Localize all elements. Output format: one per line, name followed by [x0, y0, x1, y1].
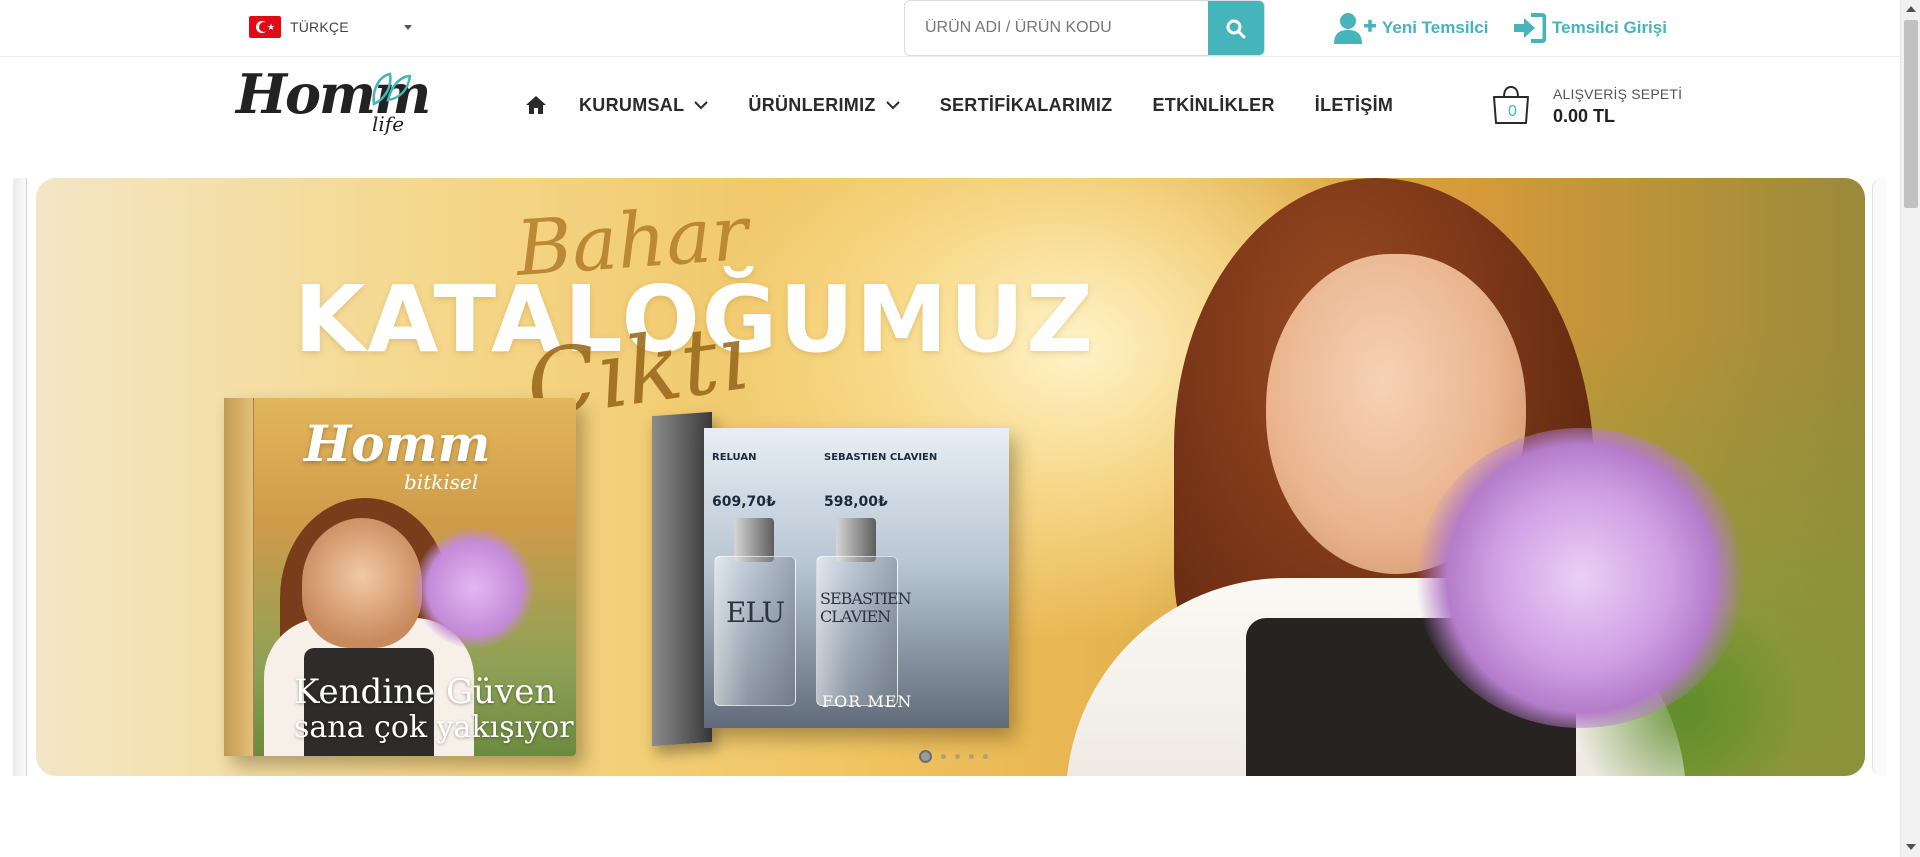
top-bar: ★ TÜRKÇE Yeni Temsilci Temsilci Girişi: [0, 0, 1900, 57]
slider-pagination: [919, 750, 997, 763]
nav-item-kurumsal[interactable]: KURUMSAL: [579, 94, 709, 116]
slide-dot-3[interactable]: [955, 754, 960, 759]
catalog-tagline-1: Kendine Güven: [294, 672, 557, 712]
nav-item-iletisim[interactable]: İLETİŞİM: [1315, 95, 1393, 116]
search-input[interactable]: [905, 1, 1208, 55]
user-plus-icon: [1334, 13, 1376, 44]
catalog-logo-sub: bitkisel: [404, 470, 479, 494]
nav-item-sertifikalarimiz[interactable]: SERTİFİKALARIMIZ: [940, 95, 1113, 116]
scroll-down-arrow-icon[interactable]: [1906, 844, 1916, 850]
catalog-tagline-2: sana çok yakışıyor: [294, 710, 574, 745]
search-button[interactable]: [1208, 1, 1264, 55]
scroll-up-arrow-icon[interactable]: [1906, 6, 1916, 12]
nav-item-label: KURUMSAL: [579, 94, 685, 115]
search-bar: [904, 0, 1265, 56]
rep-login-label: Temsilci Girişi: [1552, 18, 1667, 37]
next-slide-edge[interactable]: [1872, 178, 1886, 776]
cart-label: ALIŞVERİŞ SEPETİ: [1553, 86, 1683, 102]
slide-dot-4[interactable]: [969, 754, 974, 759]
hero-slide[interactable]: Bahar KATALOĞUMUZ Çıktı RELUAN 609,70₺ S…: [36, 178, 1865, 776]
language-selector[interactable]: ★ TÜRKÇE: [249, 14, 412, 40]
previous-slide-edge[interactable]: [13, 178, 27, 776]
leaf-icon: [372, 72, 412, 106]
cart-button[interactable]: 0: [1490, 84, 1540, 130]
cart-total: 0.00 TL: [1553, 106, 1616, 126]
nav-item-label: SERTİFİKALARIMIZ: [939, 94, 1113, 115]
nav-item-urunlerimiz[interactable]: ÜRÜNLERIMIZ: [748, 94, 900, 116]
sign-in-icon: [1514, 13, 1546, 43]
product-name: RELUAN: [712, 452, 757, 463]
new-rep-label: Yeni Temsilci: [1382, 18, 1489, 37]
page-scrollbar[interactable]: [1900, 0, 1920, 857]
slide-dot-5[interactable]: [983, 754, 988, 759]
product-price: 609,70₺: [712, 494, 776, 510]
homm-life-logo[interactable]: Homm life: [234, 60, 431, 150]
slide-dot-2[interactable]: [941, 754, 946, 759]
product-name: SEBASTIEN CLAVIEN: [824, 452, 938, 463]
home-icon: [526, 96, 546, 114]
chevron-down-icon: [885, 100, 900, 109]
nav-item-etkinlikler[interactable]: ETKİNLİKLER: [1152, 95, 1274, 116]
chevron-down-icon: [694, 100, 709, 109]
cart-count: 0: [1508, 103, 1517, 120]
cart-summary[interactable]: ALIŞVERİŞ SEPETİ 0.00 TL: [1553, 86, 1682, 127]
perfume-bottle-image: [816, 556, 898, 706]
caret-down-icon: [404, 25, 412, 30]
catalog-logo: Homm: [304, 414, 491, 473]
catalog-footer: FOR MEN: [822, 692, 913, 711]
language-label: TÜRKÇE: [290, 19, 349, 35]
nav-item-label: ETKİNLİKLER: [1152, 94, 1275, 115]
perfume-bottle-image: [714, 556, 796, 706]
logo-subtext: life: [372, 112, 405, 136]
rep-login-link[interactable]: Temsilci Girişi: [1512, 12, 1667, 44]
bottle-label: SEBASTIEN CLAVIEN: [820, 589, 912, 626]
main-nav: KURUMSAL ÜRÜNLERIMIZ SERTİFİKALARIMIZ ET…: [525, 88, 1433, 122]
nav-item-label: ÜRÜNLERIMIZ: [748, 94, 876, 115]
search-icon: [1226, 19, 1246, 39]
new-rep-link[interactable]: Yeni Temsilci: [1334, 12, 1488, 44]
home-nav-link[interactable]: [525, 95, 547, 115]
scrollbar-thumb[interactable]: [1904, 20, 1918, 208]
product-price: 598,00₺: [824, 494, 888, 510]
nav-item-label: İLETİŞİM: [1314, 94, 1394, 115]
turkey-flag-icon: ★: [249, 16, 281, 38]
flowers-image: [1416, 428, 1746, 728]
bottle-label: ELU: [726, 596, 785, 629]
slide-dot-1[interactable]: [919, 750, 932, 763]
